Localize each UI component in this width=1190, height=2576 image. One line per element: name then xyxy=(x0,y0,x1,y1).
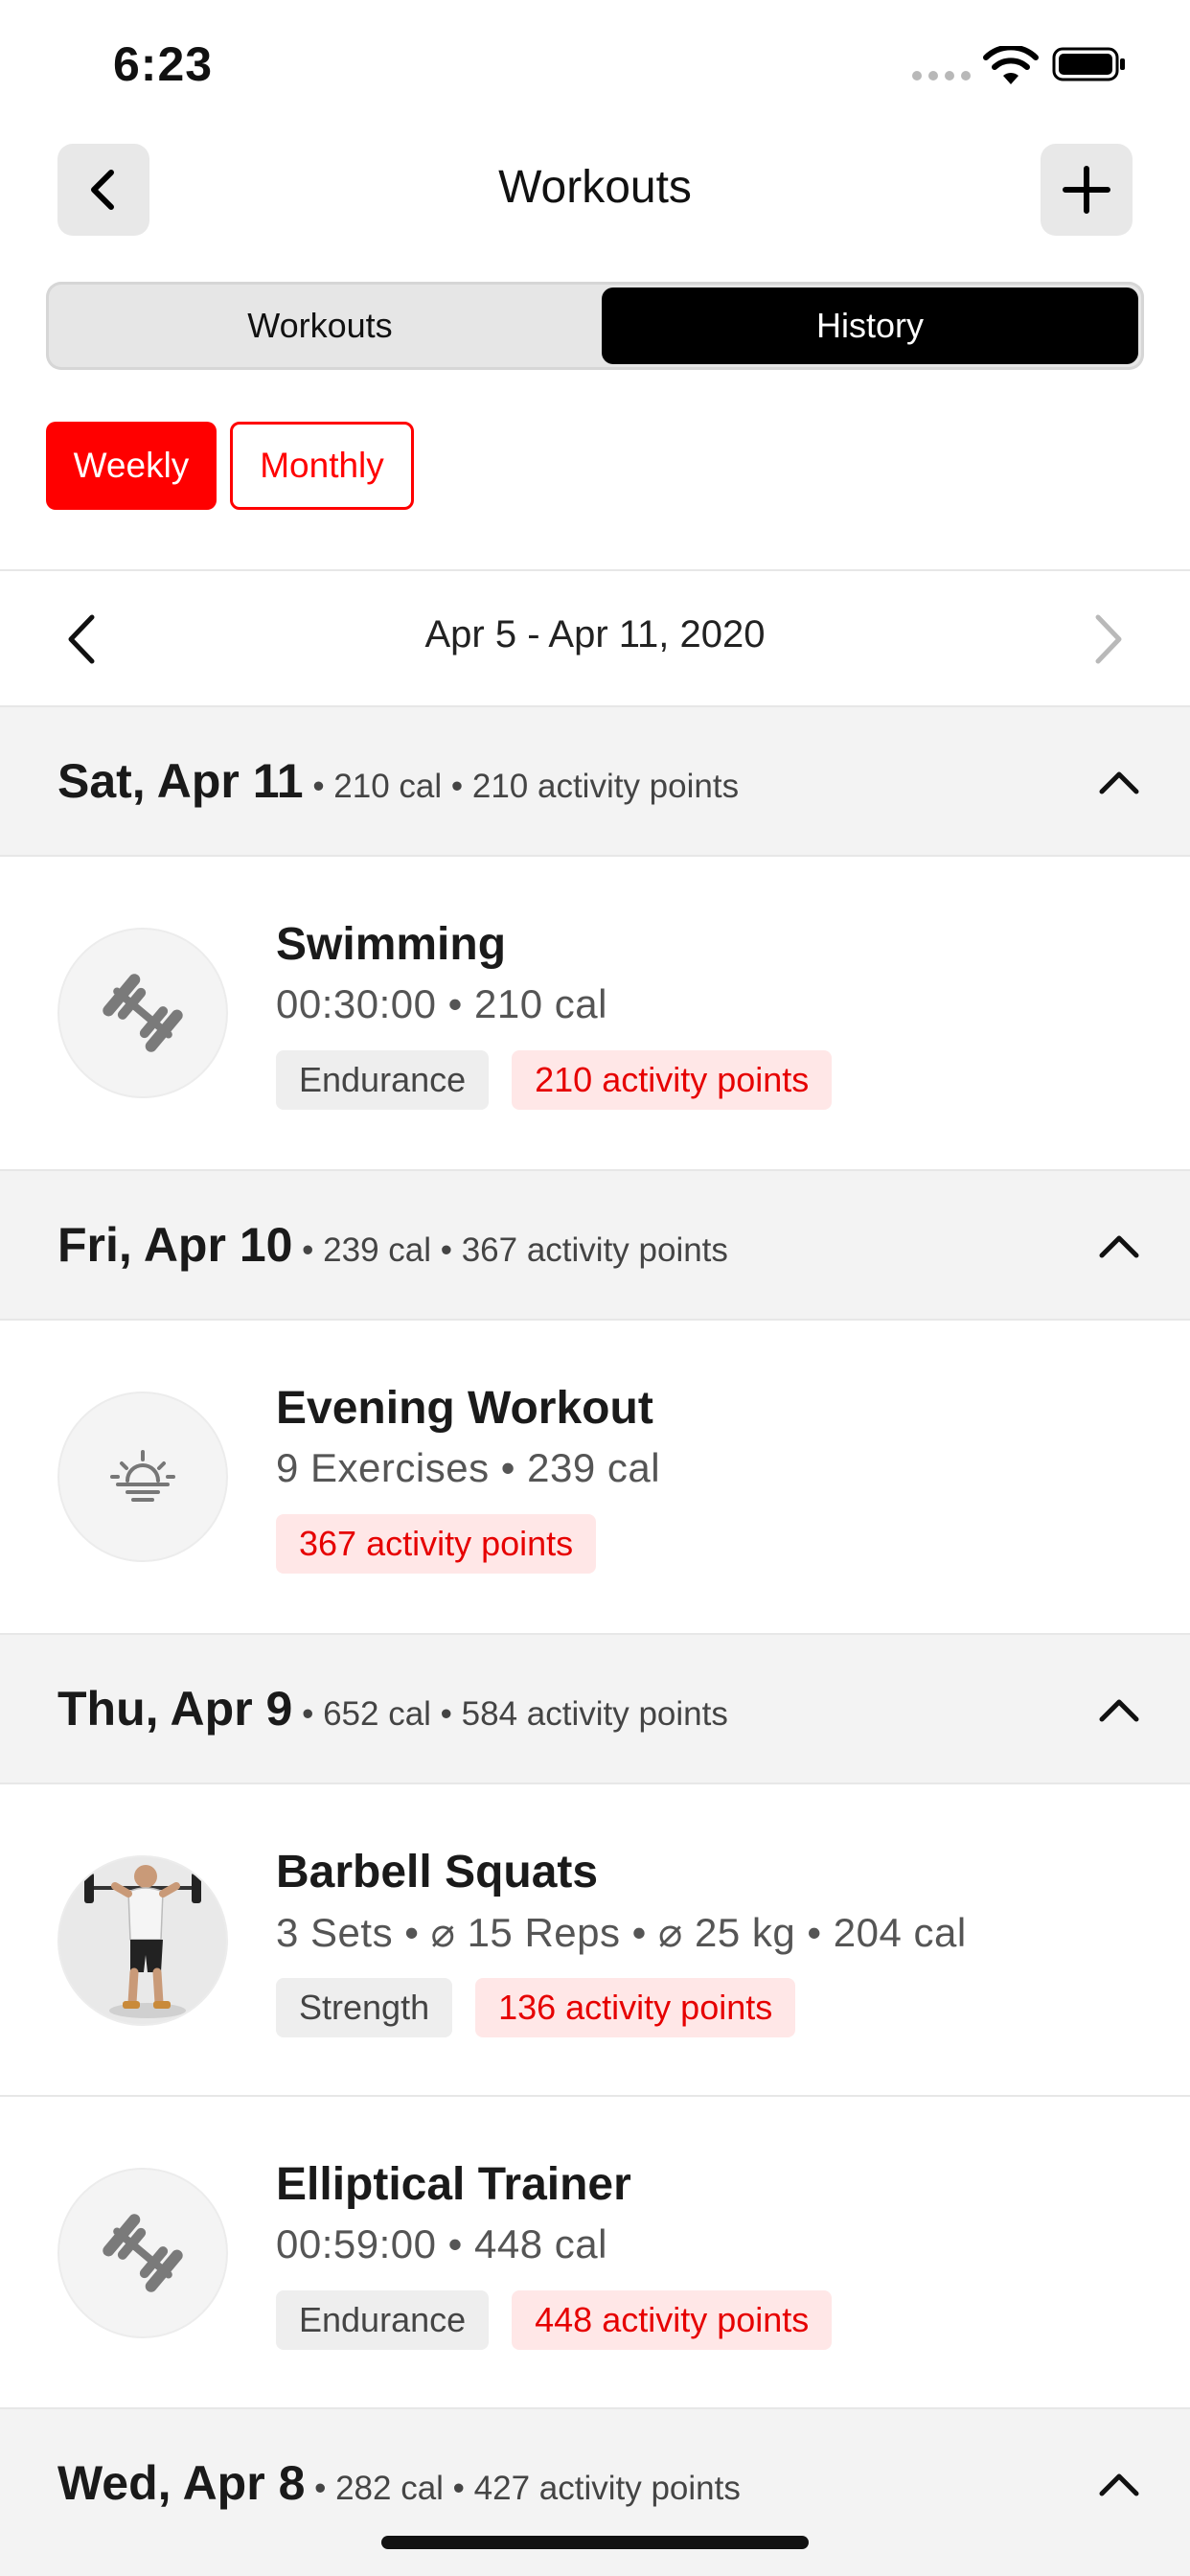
page-title: Workouts xyxy=(498,162,692,213)
weekly-filter-button[interactable]: Weekly xyxy=(46,422,217,510)
activity-points-badge: 448 activity points xyxy=(512,2290,833,2350)
day-date: Thu, Apr 9 xyxy=(57,1682,293,1736)
day-header[interactable]: Sat, Apr 11 • 210 cal • 210 activity poi… xyxy=(0,705,1190,857)
workout-row[interactable]: Swimming 00:30:00 • 210 cal Endurance 21… xyxy=(0,857,1190,1169)
workout-thumbnail xyxy=(57,1855,228,2026)
view-segmented-control: Workouts History xyxy=(46,282,1144,370)
workout-title: Swimming xyxy=(276,919,507,970)
dumbbell-icon xyxy=(103,2214,183,2292)
workout-thumbnail xyxy=(57,1392,228,1562)
collapse-chevron-icon[interactable] xyxy=(1098,1227,1140,1265)
day-title: Fri, Apr 10 • 239 cal • 367 activity poi… xyxy=(57,1217,728,1273)
day-summary: • 210 cal • 210 activity points xyxy=(303,768,740,805)
workout-details: 3 Sets • ⌀ 15 Reps • ⌀ 25 kg • 204 cal xyxy=(276,1910,967,1955)
day-summary: • 652 cal • 584 activity points xyxy=(292,1695,728,1733)
cellular-signal-icon xyxy=(912,71,971,80)
workout-row[interactable]: Evening Workout 9 Exercises • 239 cal 36… xyxy=(0,1321,1190,1633)
wifi-icon xyxy=(983,46,1039,84)
day-header[interactable]: Thu, Apr 9 • 652 cal • 584 activity poin… xyxy=(0,1633,1190,1784)
category-badge: Strength xyxy=(276,1978,453,2037)
day-summary: • 239 cal • 367 activity points xyxy=(292,1231,728,1269)
battery-icon xyxy=(1052,47,1125,81)
day-date: Wed, Apr 8 xyxy=(57,2456,306,2510)
barbell-squat-figure xyxy=(84,1865,201,2018)
tab-history[interactable]: History xyxy=(602,288,1138,364)
day-date: Sat, Apr 11 xyxy=(57,754,304,808)
workout-details: 9 Exercises • 239 cal xyxy=(276,1445,661,1490)
next-week-button[interactable] xyxy=(1085,606,1133,673)
workout-thumbnail xyxy=(57,928,228,1098)
workout-row[interactable]: Elliptical Trainer 00:59:00 • 448 cal En… xyxy=(0,2097,1190,2409)
day-summary: • 282 cal • 427 activity points xyxy=(305,2470,741,2507)
day-header[interactable]: Wed, Apr 8 • 282 cal • 427 activity poin… xyxy=(0,2407,1190,2576)
status-time: 6:23 xyxy=(113,37,214,91)
collapse-chevron-icon[interactable] xyxy=(1098,2465,1140,2503)
workout-title: Evening Workout xyxy=(276,1383,653,1434)
tab-workouts[interactable]: Workouts xyxy=(52,288,588,364)
day-date: Fri, Apr 10 xyxy=(57,1218,293,1272)
home-indicator xyxy=(381,2536,809,2549)
workout-title: Elliptical Trainer xyxy=(276,2159,631,2210)
category-badge: Endurance xyxy=(276,2290,490,2350)
activity-points-badge: 136 activity points xyxy=(475,1978,796,2037)
monthly-filter-button[interactable]: Monthly xyxy=(230,422,414,510)
workout-details: 00:30:00 • 210 cal xyxy=(276,981,607,1026)
collapse-chevron-icon[interactable] xyxy=(1098,1690,1140,1729)
day-title: Thu, Apr 9 • 652 cal • 584 activity poin… xyxy=(57,1681,728,1736)
day-title: Sat, Apr 11 • 210 cal • 210 activity poi… xyxy=(57,753,739,809)
workout-row[interactable]: Barbell Squats 3 Sets • ⌀ 15 Reps • ⌀ 25… xyxy=(0,1784,1190,2097)
category-badge: Endurance xyxy=(276,1050,490,1110)
sunset-icon xyxy=(110,1450,175,1502)
collapse-chevron-icon[interactable] xyxy=(1098,763,1140,801)
activity-points-badge: 367 activity points xyxy=(276,1514,597,1574)
plus-icon xyxy=(1063,166,1110,214)
day-header[interactable]: Fri, Apr 10 • 239 cal • 367 activity poi… xyxy=(0,1169,1190,1321)
date-range-label: Apr 5 - Apr 11, 2020 xyxy=(424,613,766,656)
workout-details: 00:59:00 • 448 cal xyxy=(276,2221,607,2266)
dumbbell-icon xyxy=(103,974,183,1052)
add-workout-button[interactable] xyxy=(1041,144,1133,236)
activity-points-badge: 210 activity points xyxy=(512,1050,833,1110)
workout-title: Barbell Squats xyxy=(276,1847,599,1898)
day-title: Wed, Apr 8 • 282 cal • 427 activity poin… xyxy=(57,2455,741,2511)
workout-thumbnail xyxy=(57,2168,228,2338)
divider xyxy=(0,569,1190,571)
